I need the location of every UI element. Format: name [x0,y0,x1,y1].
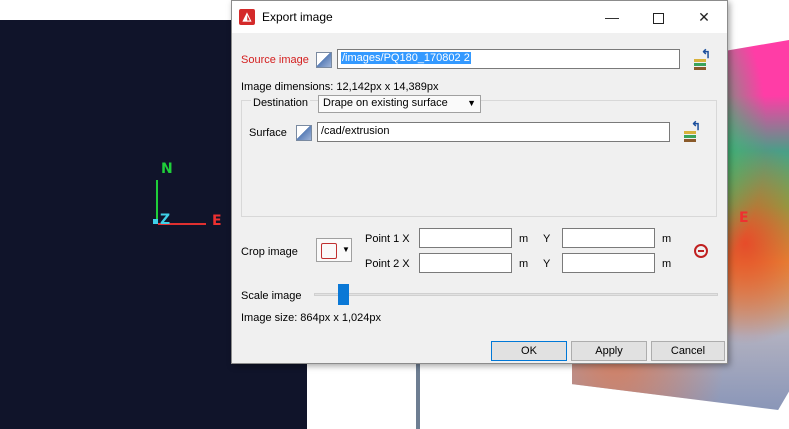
dialog-titlebar[interactable]: ◭ Export image — ✕ [232,1,727,33]
app-icon: ◭ [239,9,255,25]
crop-icon [321,243,337,259]
surface-value: /cad/extrusion [321,125,390,137]
scale-slider-track[interactable] [314,293,718,296]
north-axis-label: N [161,161,173,177]
pane-divider[interactable] [416,355,420,429]
maximize-button[interactable] [635,1,681,33]
minimize-button[interactable]: — [589,1,635,33]
source-image-label: Source image [241,54,309,66]
maximize-icon [652,12,664,24]
image-size-text: Image size: 864px x 1,024px [241,312,382,324]
dialog-title: Export image [262,10,333,24]
surface-label: Surface [249,127,287,139]
source-image-input[interactable]: /images/PQ180_170802 2 [337,49,680,69]
image-icon[interactable] [316,52,332,68]
point1-y-unit: m [662,233,672,245]
image-dimensions-text: Image dimensions: 12,142px x 14,389px [241,81,439,93]
surface-link-arrow-icon: ↰ [691,119,702,133]
minimize-icon: — [605,9,619,25]
surface-input[interactable]: /cad/extrusion [317,122,670,142]
crop-chevron-icon: ▼ [342,245,350,254]
point1-x-label: Point 1 X [365,233,410,245]
point2-x-input[interactable] [419,253,512,273]
destination-value: Drape on existing surface [323,97,448,109]
link-arrow-icon: ↰ [701,47,712,61]
point2-y-input[interactable] [562,253,655,273]
export-image-dialog: ◭ Export image — ✕ Source image /images/… [231,0,728,364]
close-button[interactable]: ✕ [681,1,727,33]
chevron-down-icon: ▼ [467,98,476,108]
north-axis-line [156,180,158,224]
axis-origin [153,219,158,224]
point1-y-input[interactable] [562,228,655,248]
point1-x-unit: m [519,233,529,245]
point2-x-label: Point 2 X [365,258,410,270]
crop-image-label: Crop image [241,246,298,258]
point2-y-unit: m [662,258,672,270]
point1-y-label: Y [543,233,551,245]
point2-y-label: Y [543,258,551,270]
remove-icon[interactable] [694,244,708,258]
destination-label: Destination [251,97,311,109]
crop-mode-button[interactable]: ▼ [316,238,352,262]
point2-x-unit: m [519,258,529,270]
east-axis-label: E [212,213,222,229]
scale-image-label: Scale image [241,290,302,302]
ok-button[interactable]: OK [491,341,567,361]
z-axis-label: Z [160,212,171,228]
cancel-button[interactable]: Cancel [651,341,725,361]
apply-button[interactable]: Apply [571,341,647,361]
scale-slider-thumb[interactable] [338,284,349,305]
surface-image-icon[interactable] [296,125,312,141]
destination-group [241,100,717,217]
close-icon: ✕ [698,9,710,25]
east-axis-label-right: E [739,210,749,226]
source-image-value: /images/PQ180_170802 2 [341,52,471,64]
point1-x-input[interactable] [419,228,512,248]
destination-dropdown[interactable]: Drape on existing surface ▼ [318,95,481,113]
